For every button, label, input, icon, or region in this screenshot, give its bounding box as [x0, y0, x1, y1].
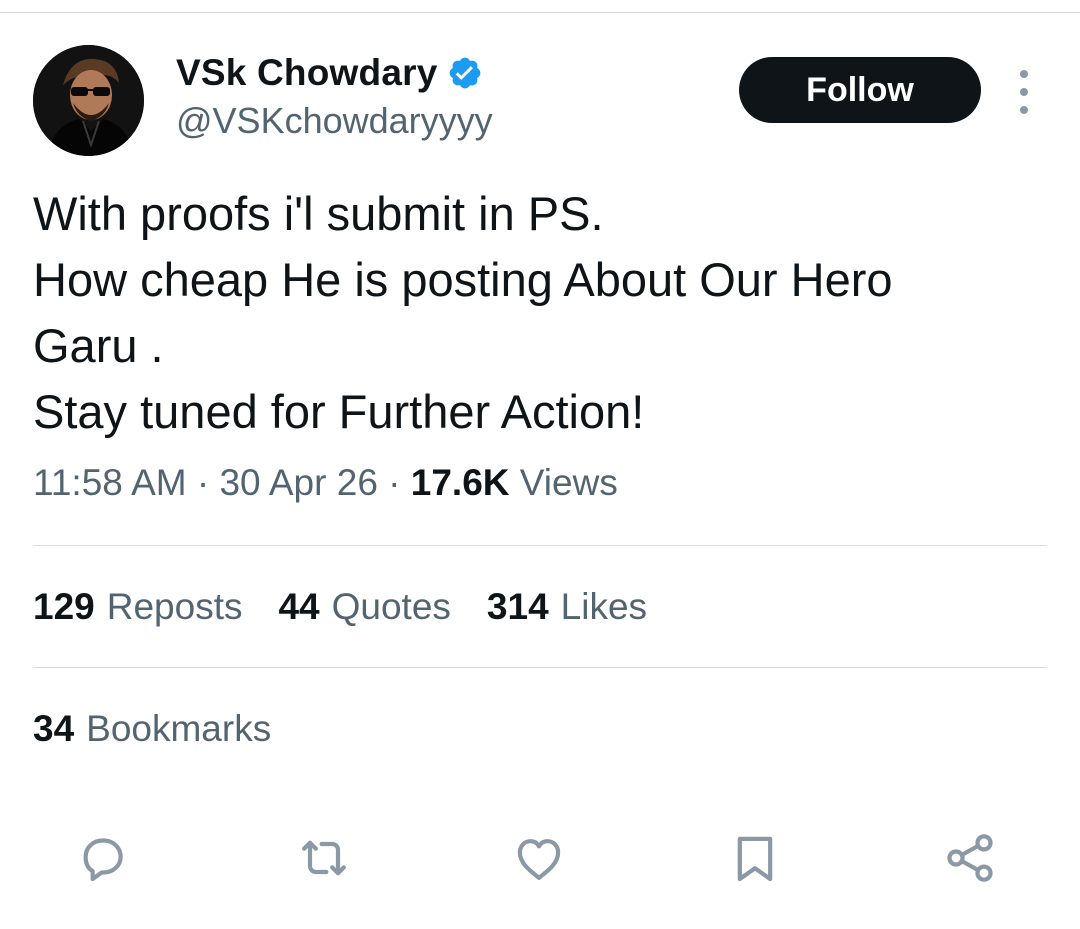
display-name-row: VSk Chowdary	[176, 50, 483, 96]
display-name[interactable]: VSk Chowdary	[176, 52, 437, 94]
tweet-line: Garu .	[33, 319, 164, 372]
dot	[1020, 106, 1028, 114]
dot	[1020, 88, 1028, 96]
reposts-label: Reposts	[106, 586, 243, 627]
tweet-line: Stay tuned for Further Action!	[33, 385, 645, 438]
bookmarks-count: 34	[33, 708, 75, 749]
likes-stat[interactable]: 314 Likes	[487, 586, 647, 628]
tweet-line: How cheap He is posting About Our Hero	[33, 253, 893, 306]
share-button[interactable]	[942, 830, 998, 886]
quotes-label: Quotes	[331, 586, 451, 627]
quotes-count: 44	[278, 586, 320, 627]
divider	[33, 667, 1047, 668]
repost-icon	[302, 840, 346, 876]
divider	[33, 545, 1047, 546]
bookmarks-label: Bookmarks	[86, 708, 272, 749]
follow-button[interactable]: Follow	[739, 57, 981, 123]
avatar[interactable]	[33, 45, 144, 156]
tweet-meta: 11:58 AM · 30 Apr 26 · 17.6K Views	[33, 462, 618, 504]
tweet-line: With proofs i'l submit in PS.	[33, 187, 604, 240]
top-divider	[0, 12, 1080, 13]
tweet-date[interactable]: 30 Apr 26	[219, 462, 377, 503]
reposts-stat[interactable]: 129 Reposts	[33, 586, 242, 628]
bookmarks-stat[interactable]: 34 Bookmarks	[33, 708, 271, 750]
views-count: 17.6K	[410, 462, 510, 503]
tweet-text: With proofs i'l submit in PS. How cheap …	[33, 181, 1043, 445]
bookmark-button[interactable]	[727, 830, 783, 886]
user-handle[interactable]: @VSKchowdaryyyy	[176, 100, 493, 142]
share-icon	[947, 834, 993, 882]
dot	[1020, 70, 1028, 78]
reply-icon	[83, 838, 123, 882]
reposts-count: 129	[33, 586, 95, 627]
like-icon	[517, 839, 561, 880]
meta-separator: ·	[388, 462, 401, 503]
likes-count: 314	[486, 586, 549, 627]
more-options-icon[interactable]	[1008, 70, 1040, 114]
meta-separator: ·	[196, 462, 210, 503]
repost-button[interactable]	[296, 830, 352, 886]
like-button[interactable]	[511, 830, 567, 886]
bookmark-icon	[737, 836, 773, 882]
likes-label: Likes	[560, 586, 648, 627]
quotes-stat[interactable]: 44 Quotes	[278, 586, 450, 628]
reply-button[interactable]	[74, 830, 130, 886]
verified-badge-icon	[447, 55, 483, 91]
engagement-stats: 129 Reposts 44 Quotes 314 Likes	[33, 586, 683, 628]
views-label: Views	[519, 462, 618, 503]
tweet-detail-page: VSk Chowdary @VSKchowdaryyyy Follow With…	[0, 0, 1080, 929]
tweet-time[interactable]: 11:58 AM	[33, 462, 187, 503]
